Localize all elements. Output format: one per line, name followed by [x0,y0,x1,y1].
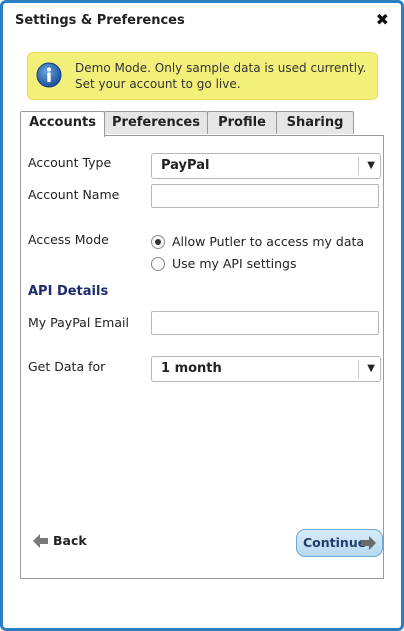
chevron-down-icon: ▼ [367,160,375,171]
radio-use-api-label: Use my API settings [172,256,297,271]
notice-text: Demo Mode. Only sample data is used curr… [75,61,367,91]
tab-bar: Accounts Preferences Profile Sharing [20,111,380,137]
window-title: Settings & Preferences [15,13,185,28]
access-mode-label: Access Mode [28,232,109,247]
tab-preferences[interactable]: Preferences [104,111,208,134]
account-type-value: PayPal [161,158,210,173]
get-data-for-select[interactable]: 1 month ▼ [151,356,381,382]
account-type-label: Account Type [28,155,112,170]
radio-button-checked[interactable] [151,235,165,249]
continue-label: Continue [303,535,367,550]
accounts-panel: Account Type PayPal ▼ Account Name Acces… [20,135,384,579]
paypal-email-input[interactable] [151,311,379,335]
demo-mode-notice: Demo Mode. Only sample data is used curr… [27,52,378,100]
arrow-left-icon [33,534,48,548]
radio-button-unchecked[interactable] [151,257,165,271]
continue-button[interactable]: Continue [296,529,383,557]
account-type-select[interactable]: PayPal ▼ [151,153,381,179]
back-label: Back [53,533,87,548]
arrow-right-icon [361,536,376,550]
info-icon [36,62,62,88]
close-icon[interactable]: ✖ [376,10,389,29]
select-divider [358,360,359,378]
api-details-heading: API Details [28,284,109,299]
settings-window: Settings & Preferences ✖ Demo Mode. Only… [0,0,404,631]
tab-profile[interactable]: Profile [207,111,277,134]
radio-allow-putler-label: Allow Putler to access my data [172,234,365,249]
get-data-for-value: 1 month [161,361,222,376]
tab-sharing[interactable]: Sharing [276,111,354,134]
tab-accounts[interactable]: Accounts [20,111,105,137]
paypal-email-label: My PayPal Email [28,315,129,330]
select-divider [358,157,359,175]
account-name-label: Account Name [28,187,120,202]
title-bar: Settings & Preferences ✖ [3,3,401,39]
chevron-down-icon: ▼ [367,363,375,374]
get-data-for-label: Get Data for [28,359,106,374]
account-name-input[interactable] [151,184,379,208]
